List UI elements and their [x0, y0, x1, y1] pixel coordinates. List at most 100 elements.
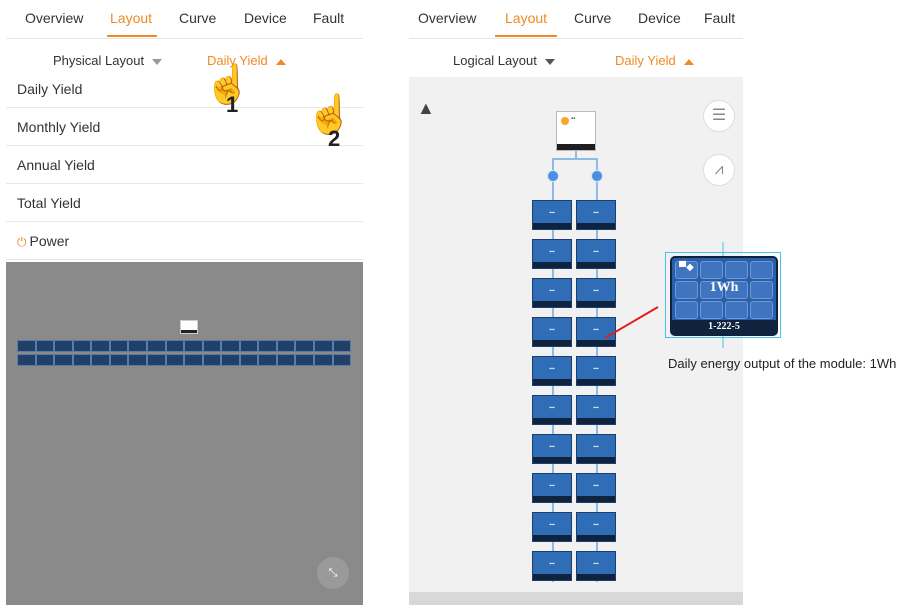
- module-value: ▪▪▪: [593, 522, 599, 528]
- module-label-bar: [577, 223, 615, 229]
- pv-module[interactable]: ▪▪▪: [532, 473, 572, 503]
- inverter-icon[interactable]: ▪▪: [556, 111, 596, 151]
- module-value: ▪▪▪: [549, 288, 555, 294]
- module-value: ▪▪▪: [593, 561, 599, 567]
- pv-module[interactable]: ▪▪▪: [532, 512, 572, 542]
- physical-layout-canvas[interactable]: [6, 262, 363, 605]
- step-number-1: 1: [226, 92, 239, 117]
- menu-item-annual-yield[interactable]: Annual Yield: [6, 146, 363, 184]
- module-value: ▪▪▪: [593, 210, 599, 216]
- connector-line: [552, 158, 598, 160]
- module-value: ▪▪▪: [593, 444, 599, 450]
- layout-dropdown[interactable]: Logical Layout: [453, 53, 555, 68]
- tab-device[interactable]: Device: [244, 10, 287, 26]
- compass-icon[interactable]: ▲: [417, 98, 435, 119]
- module-value: ▪▪▪: [549, 405, 555, 411]
- pv-module[interactable]: ▪▪▪: [576, 356, 616, 386]
- module-value: ▪▪▪: [549, 327, 555, 333]
- inverter-icon[interactable]: [180, 320, 198, 334]
- pv-module[interactable]: ▪▪▪: [576, 434, 616, 464]
- tab-curve[interactable]: Curve: [574, 10, 611, 26]
- pv-module[interactable]: ▪▪▪: [532, 317, 572, 347]
- pv-module[interactable]: ▪▪▪: [532, 356, 572, 386]
- module-value: ▪▪▪: [593, 405, 599, 411]
- active-tab-indicator: [495, 35, 557, 37]
- tab-layout[interactable]: Layout: [505, 10, 547, 26]
- active-tab-indicator: [107, 35, 157, 37]
- module-value: ▪▪▪: [549, 444, 555, 450]
- module-label-bar: [533, 535, 571, 541]
- pointer-line: [604, 306, 659, 339]
- layout-dropdown[interactable]: Physical Layout: [53, 53, 163, 68]
- tab-overview[interactable]: Overview: [418, 10, 476, 26]
- menu-item-power[interactable]: ⏻ Power: [6, 222, 363, 260]
- pv-module[interactable]: ▪▪▪: [576, 551, 616, 581]
- selector-bar-right: Logical Layout Daily Yield: [409, 39, 743, 81]
- module-value: ▪▪▪: [593, 366, 599, 372]
- module-value: ▪▪▪: [593, 249, 599, 255]
- tab-fault[interactable]: Fault: [704, 10, 735, 26]
- pv-module[interactable]: ▪▪▪: [532, 239, 572, 269]
- module-label-bar: [533, 418, 571, 424]
- chevron-up-icon: [275, 58, 286, 65]
- menu-item-power-label: Power: [29, 233, 70, 249]
- pv-module[interactable]: ▪▪▪: [532, 278, 572, 308]
- module-label-bar: [577, 379, 615, 385]
- caption-text: Daily energy output of the module: 1Wh: [668, 356, 897, 371]
- zoomed-module-value: 1Wh: [709, 280, 739, 295]
- module-value: ▪▪▪: [549, 483, 555, 489]
- zoomed-module: ▀◆ 1Wh 1-222-5: [670, 256, 778, 336]
- expand-icon[interactable]: ⤡: [317, 557, 349, 589]
- pv-module[interactable]: ▪▪▪: [576, 395, 616, 425]
- module-row-1[interactable]: [17, 340, 352, 352]
- layout-dropdown-label: Logical Layout: [453, 53, 537, 68]
- pv-module[interactable]: ▪▪▪: [532, 551, 572, 581]
- module-label-bar: [533, 574, 571, 580]
- tab-fault[interactable]: Fault: [313, 10, 344, 26]
- module-value: ▪▪▪: [593, 288, 599, 294]
- module-label-bar: [577, 574, 615, 580]
- layout-dropdown-label: Physical Layout: [53, 53, 145, 68]
- metric-dropdown[interactable]: Daily Yield: [615, 53, 694, 68]
- optimizer-node[interactable]: [591, 170, 603, 182]
- tab-bar-right: Overview Layout Curve Device Fault: [409, 0, 743, 39]
- module-value: ▪▪▪: [549, 561, 555, 567]
- module-label-bar: [577, 535, 615, 541]
- module-label-bar: [577, 262, 615, 268]
- optimizer-node[interactable]: [547, 170, 559, 182]
- chevron-up-icon: [683, 58, 694, 65]
- module-label-bar: [533, 223, 571, 229]
- pv-module[interactable]: ▪▪▪: [532, 200, 572, 230]
- left-screen: Overview Layout Curve Device Fault Physi…: [6, 0, 363, 605]
- power-icon: ⏻: [17, 235, 27, 249]
- module-row-2[interactable]: [17, 354, 352, 366]
- tab-device[interactable]: Device: [638, 10, 681, 26]
- menu-item-total-yield[interactable]: Total Yield: [6, 184, 363, 222]
- chevron-down-icon: [152, 58, 163, 65]
- module-status-icon: ▀◆: [679, 262, 694, 273]
- pv-module[interactable]: ▪▪▪: [576, 473, 616, 503]
- tab-curve[interactable]: Curve: [179, 10, 216, 26]
- pv-module[interactable]: ▪▪▪: [576, 512, 616, 542]
- pv-module[interactable]: ▪▪▪: [532, 434, 572, 464]
- pv-module[interactable]: ▪▪▪: [576, 200, 616, 230]
- tab-bar: Overview Layout Curve Device Fault: [6, 0, 363, 39]
- module-value: ▪▪▪: [549, 210, 555, 216]
- module-label-bar: [533, 496, 571, 502]
- metric-dropdown-label: Daily Yield: [615, 53, 676, 68]
- module-label-bar: [577, 496, 615, 502]
- curve-icon[interactable]: ⩘: [703, 154, 735, 186]
- module-label-bar: [533, 379, 571, 385]
- pv-module[interactable]: ▪▪▪: [576, 239, 616, 269]
- module-label-bar: [577, 457, 615, 463]
- chevron-down-icon: [544, 58, 555, 65]
- module-value: ▪▪▪: [593, 483, 599, 489]
- list-icon[interactable]: ☰: [703, 100, 735, 132]
- module-value: ▪▪▪: [549, 249, 555, 255]
- module-label-bar: [533, 457, 571, 463]
- module-label-bar: [577, 418, 615, 424]
- pv-module[interactable]: ▪▪▪: [532, 395, 572, 425]
- tab-layout[interactable]: Layout: [110, 10, 152, 26]
- module-label-bar: [533, 301, 571, 307]
- tab-overview[interactable]: Overview: [25, 10, 83, 26]
